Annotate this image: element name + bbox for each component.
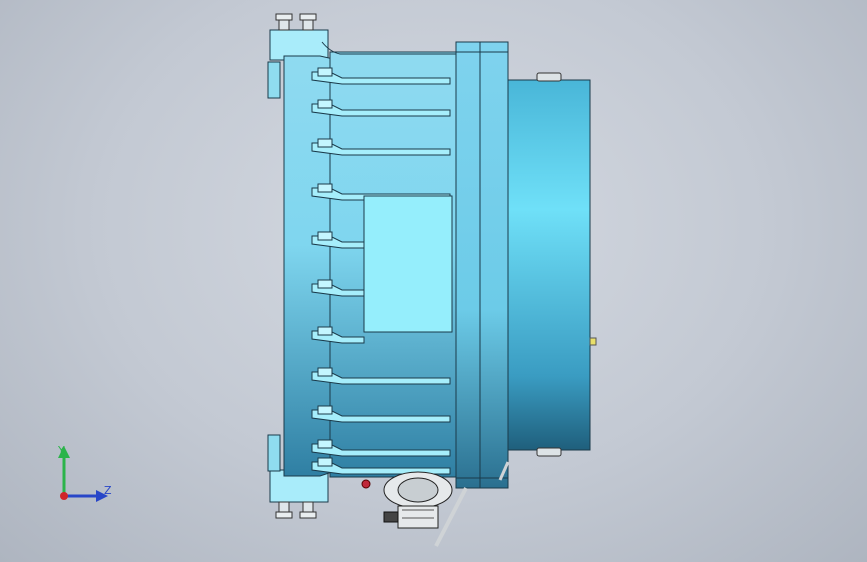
front-flange[interactable] — [455, 41, 509, 489]
lamp-cylinder[interactable] — [507, 72, 597, 457]
x-axis-dot — [60, 492, 68, 500]
graphics-viewport[interactable]: Y Z — [0, 0, 867, 562]
z-axis-label: Z — [104, 484, 112, 497]
center-housing[interactable] — [363, 195, 453, 333]
heatsink-lamp-model[interactable] — [0, 0, 867, 562]
orientation-triad[interactable]: Y Z — [44, 440, 114, 510]
y-axis-label: Y — [57, 444, 65, 457]
